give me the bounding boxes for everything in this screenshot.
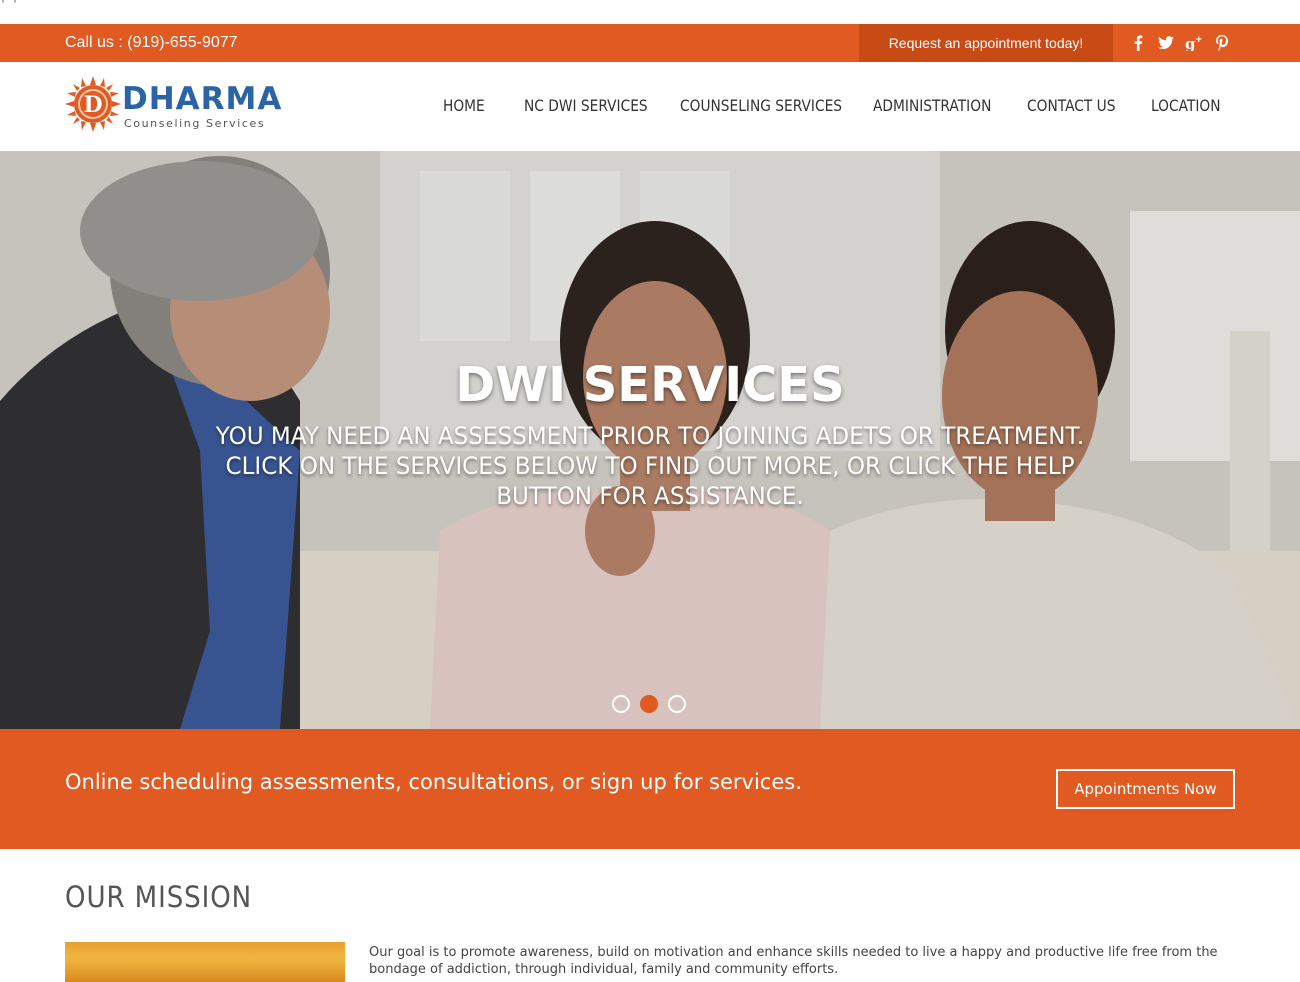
site-header: D DHARMA Counseling Services HOME NC DWI… [0,62,1300,151]
site-logo[interactable]: D DHARMA Counseling Services [65,76,281,136]
nav-counseling-services[interactable]: COUNSELING SERVICES [680,96,842,115]
nav-home[interactable]: HOME [443,96,485,115]
facebook-icon[interactable] [1124,24,1152,62]
brand-tagline: Counseling Services [124,117,266,130]
nav-administration[interactable]: ADMINISTRATION [873,96,991,115]
cta-text: Online scheduling assessments, consultat… [65,770,802,794]
svg-text:+: + [1195,35,1203,45]
nav-contact-us[interactable]: CONTACT US [1027,96,1115,115]
nav-nc-dwi-services[interactable]: NC DWI SERVICES [524,96,648,115]
top-bar: Call us : (919)-655-9077 Request an appo… [0,24,1300,62]
hero-slider: DWI SERVICES YOU MAY NEED AN ASSESSMENT … [0,151,1300,729]
brand-name: DHARMA [122,81,283,117]
sun-logo-icon: D [65,76,121,132]
logo-letter: D [83,92,102,118]
mission-title: OUR MISSION [65,880,253,914]
cta-band: Online scheduling assessments, consultat… [0,729,1300,849]
hero-subtext: YOU MAY NEED AN ASSESSMENT PRIOR TO JOIN… [215,422,1085,510]
slider-dots [612,695,686,713]
mission-image [65,942,345,982]
request-appointment-link[interactable]: Request an appointment today! [859,24,1113,62]
slider-dot-2[interactable] [640,695,658,713]
nav-location[interactable]: LOCATION [1151,96,1221,115]
twitter-icon[interactable] [1152,24,1180,62]
call-us-text: Call us : (919)-655-9077 [65,34,238,51]
pinterest-icon[interactable] [1208,24,1236,62]
google-plus-icon[interactable]: g + [1180,24,1208,62]
hero-heading: DWI SERVICES [455,357,845,413]
slider-dot-1[interactable] [612,695,630,713]
appointments-now-button[interactable]: Appointments Now [1056,769,1235,809]
slider-dot-3[interactable] [668,695,686,713]
render-artifact: ' ' [0,0,19,10]
social-links: g + [1124,24,1236,62]
